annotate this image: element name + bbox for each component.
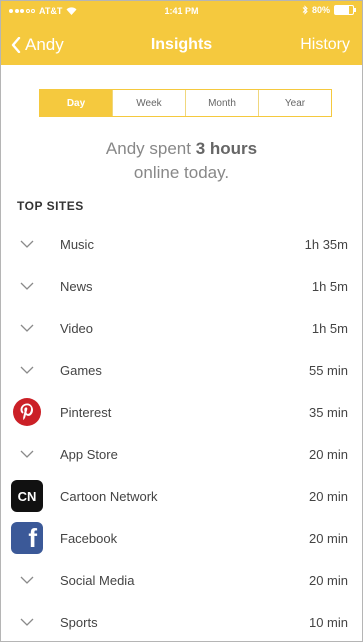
site-time: 1h 5m xyxy=(311,321,348,336)
site-time: 55 min xyxy=(308,363,348,378)
status-right: 80% xyxy=(302,5,356,15)
list-item[interactable]: Pinterest 35 min xyxy=(1,391,362,433)
segment-year[interactable]: Year xyxy=(258,90,331,116)
summary-duration: 3 hours xyxy=(195,139,258,158)
site-name: Video xyxy=(60,321,94,336)
cartoon-network-logo: CN xyxy=(11,480,43,512)
site-time: 20 min xyxy=(308,573,348,588)
summary-line-2: online today. xyxy=(133,163,230,182)
site-time: 1h 5m xyxy=(311,279,348,294)
site-name: App Store xyxy=(60,447,118,462)
site-name: Sports xyxy=(60,615,98,630)
battery-icon xyxy=(334,5,356,15)
chevron-down-icon[interactable] xyxy=(11,564,43,596)
site-name: Facebook xyxy=(60,531,118,546)
list-item[interactable]: App Store 20 min xyxy=(1,433,362,475)
list-item[interactable]: Music 1h 35m xyxy=(1,223,362,265)
pinterest-icon xyxy=(11,396,43,428)
battery-percent: 80% xyxy=(311,5,330,15)
site-name: Music xyxy=(60,237,94,252)
chevron-down-icon[interactable] xyxy=(11,354,43,386)
chevron-down-icon[interactable] xyxy=(11,312,43,344)
site-time: 35 min xyxy=(308,405,348,420)
top-sites-heading: TOP SITES xyxy=(17,199,84,213)
site-name: Games xyxy=(60,363,102,378)
segment-month[interactable]: Month xyxy=(185,90,258,116)
list-item[interactable]: f Facebook 20 min xyxy=(1,517,362,559)
header: AT&T 1:41 PM 80% Andy Insights History xyxy=(1,1,362,65)
history-button[interactable]: History xyxy=(300,36,350,54)
list-item[interactable]: Social Media 20 min xyxy=(1,559,362,601)
site-time: 20 min xyxy=(308,531,348,546)
site-time: 10 min xyxy=(308,615,348,630)
list-item[interactable]: Sports 10 min xyxy=(1,601,362,641)
site-name: Pinterest xyxy=(60,405,112,420)
site-name: News xyxy=(60,279,93,294)
cartoon-network-icon: CN xyxy=(11,480,43,512)
battery-level xyxy=(335,6,350,14)
facebook-icon: f xyxy=(11,522,43,554)
list-item[interactable]: Games 55 min xyxy=(1,349,362,391)
chevron-down-icon[interactable] xyxy=(11,228,43,260)
site-time: 20 min xyxy=(308,447,348,462)
chevron-down-icon[interactable] xyxy=(11,438,43,470)
status-bar: AT&T 1:41 PM 80% xyxy=(1,1,362,21)
summary-line-1: Andy spent 3 hours xyxy=(1,137,362,161)
site-time: 1h 35m xyxy=(304,237,348,252)
facebook-logo: f xyxy=(11,522,43,554)
segment-day[interactable]: Day xyxy=(40,90,112,116)
chevron-down-icon[interactable] xyxy=(11,270,43,302)
site-time: 20 min xyxy=(308,489,348,504)
bluetooth-icon xyxy=(302,5,308,15)
summary-prefix: Andy spent xyxy=(105,139,196,158)
site-name: Cartoon Network xyxy=(60,489,158,504)
usage-summary: Andy spent 3 hours online today. xyxy=(1,137,362,185)
list-item[interactable]: CN Cartoon Network 20 min xyxy=(1,475,362,517)
insights-screen: AT&T 1:41 PM 80% Andy Insights History D… xyxy=(0,0,363,642)
list-item[interactable]: Video 1h 5m xyxy=(1,307,362,349)
navigation-bar: Andy Insights History xyxy=(1,29,362,61)
period-selector: Day Week Month Year xyxy=(39,89,332,117)
site-name: Social Media xyxy=(60,573,135,588)
list-item[interactable]: News 1h 5m xyxy=(1,265,362,307)
top-sites-list: Music 1h 35m News 1h 5m Video 1h 5m Game… xyxy=(1,223,362,641)
segment-week[interactable]: Week xyxy=(112,90,185,116)
chevron-down-icon[interactable] xyxy=(11,606,43,638)
